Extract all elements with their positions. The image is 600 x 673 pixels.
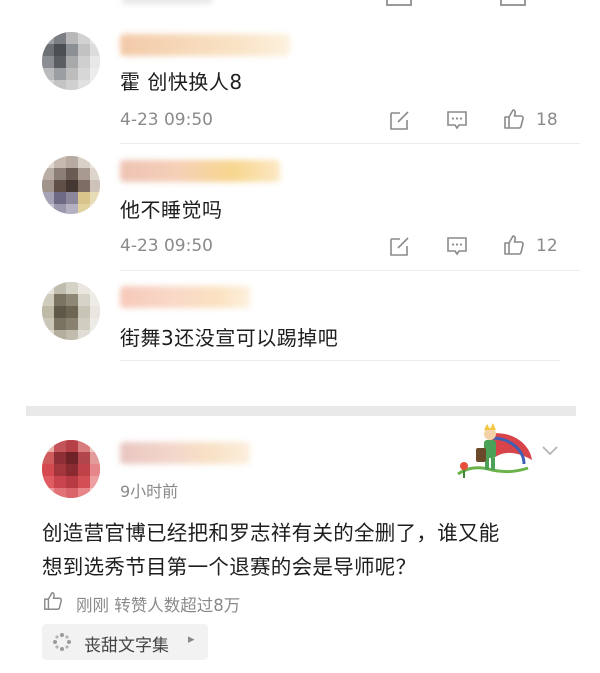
- comment-item: 他不睡觉吗 4-23 09:50 12: [0, 144, 600, 272]
- username-blurred[interactable]: [120, 286, 250, 308]
- post-time: 9小时前: [120, 482, 179, 501]
- comment-text: 霍 创快换人8: [120, 70, 243, 94]
- font-tag-label: 丧甜文字集: [84, 636, 169, 656]
- comment-icon[interactable]: [445, 108, 469, 132]
- comment-time: 4-23 09:50: [120, 110, 213, 130]
- chevron-down-icon[interactable]: [540, 440, 560, 460]
- thumbs-up-icon[interactable]: [502, 107, 526, 131]
- thumbs-up-icon[interactable]: [42, 590, 64, 612]
- divider: [120, 360, 560, 361]
- font-tag-arrow-icon: ▸: [188, 632, 195, 647]
- avatar[interactable]: [42, 32, 100, 90]
- edit-icon[interactable]: [388, 234, 412, 258]
- post-text-line-2: 想到选秀节目第一个退赛的会是导师呢？: [42, 555, 417, 579]
- divider: [120, 270, 580, 271]
- like-count: 12: [536, 236, 558, 256]
- top-cut-row: [0, 0, 600, 8]
- post-card: 9小时前 创造营官博已经把和罗志祥有关的全删了，谁又能 想到选秀节目第一个退赛的…: [0, 418, 600, 673]
- post-text-line-1: 创造营官博已经把和罗志祥有关的全删了，谁又能: [42, 521, 500, 545]
- comment-item: 街舞3还没宣可以踢掉吧: [0, 272, 600, 364]
- comment-text: 他不睡觉吗: [120, 198, 223, 222]
- username-blurred[interactable]: [120, 442, 250, 464]
- avatar[interactable]: [42, 156, 100, 214]
- font-icon: [53, 633, 71, 651]
- comment-time: 4-23 09:50: [120, 236, 213, 256]
- comment-item: 霍 创快换人8 4-23 09:50 18: [0, 14, 600, 144]
- avatar[interactable]: [42, 282, 100, 340]
- little-prince-sticker-icon: [457, 423, 532, 478]
- like-status: 刚刚 转赞人数超过8万: [76, 596, 241, 615]
- comment-icon[interactable]: [445, 234, 469, 258]
- edit-icon[interactable]: [388, 108, 412, 132]
- comment-text: 街舞3还没宣可以踢掉吧: [120, 326, 339, 350]
- like-count: 18: [536, 110, 558, 130]
- username-blurred[interactable]: [120, 160, 280, 182]
- section-separator: [26, 406, 576, 416]
- username-blurred[interactable]: [120, 34, 290, 56]
- font-tag-button[interactable]: 丧甜文字集 ▸: [42, 624, 208, 660]
- avatar[interactable]: [42, 440, 100, 498]
- thumbs-up-icon[interactable]: [502, 233, 526, 257]
